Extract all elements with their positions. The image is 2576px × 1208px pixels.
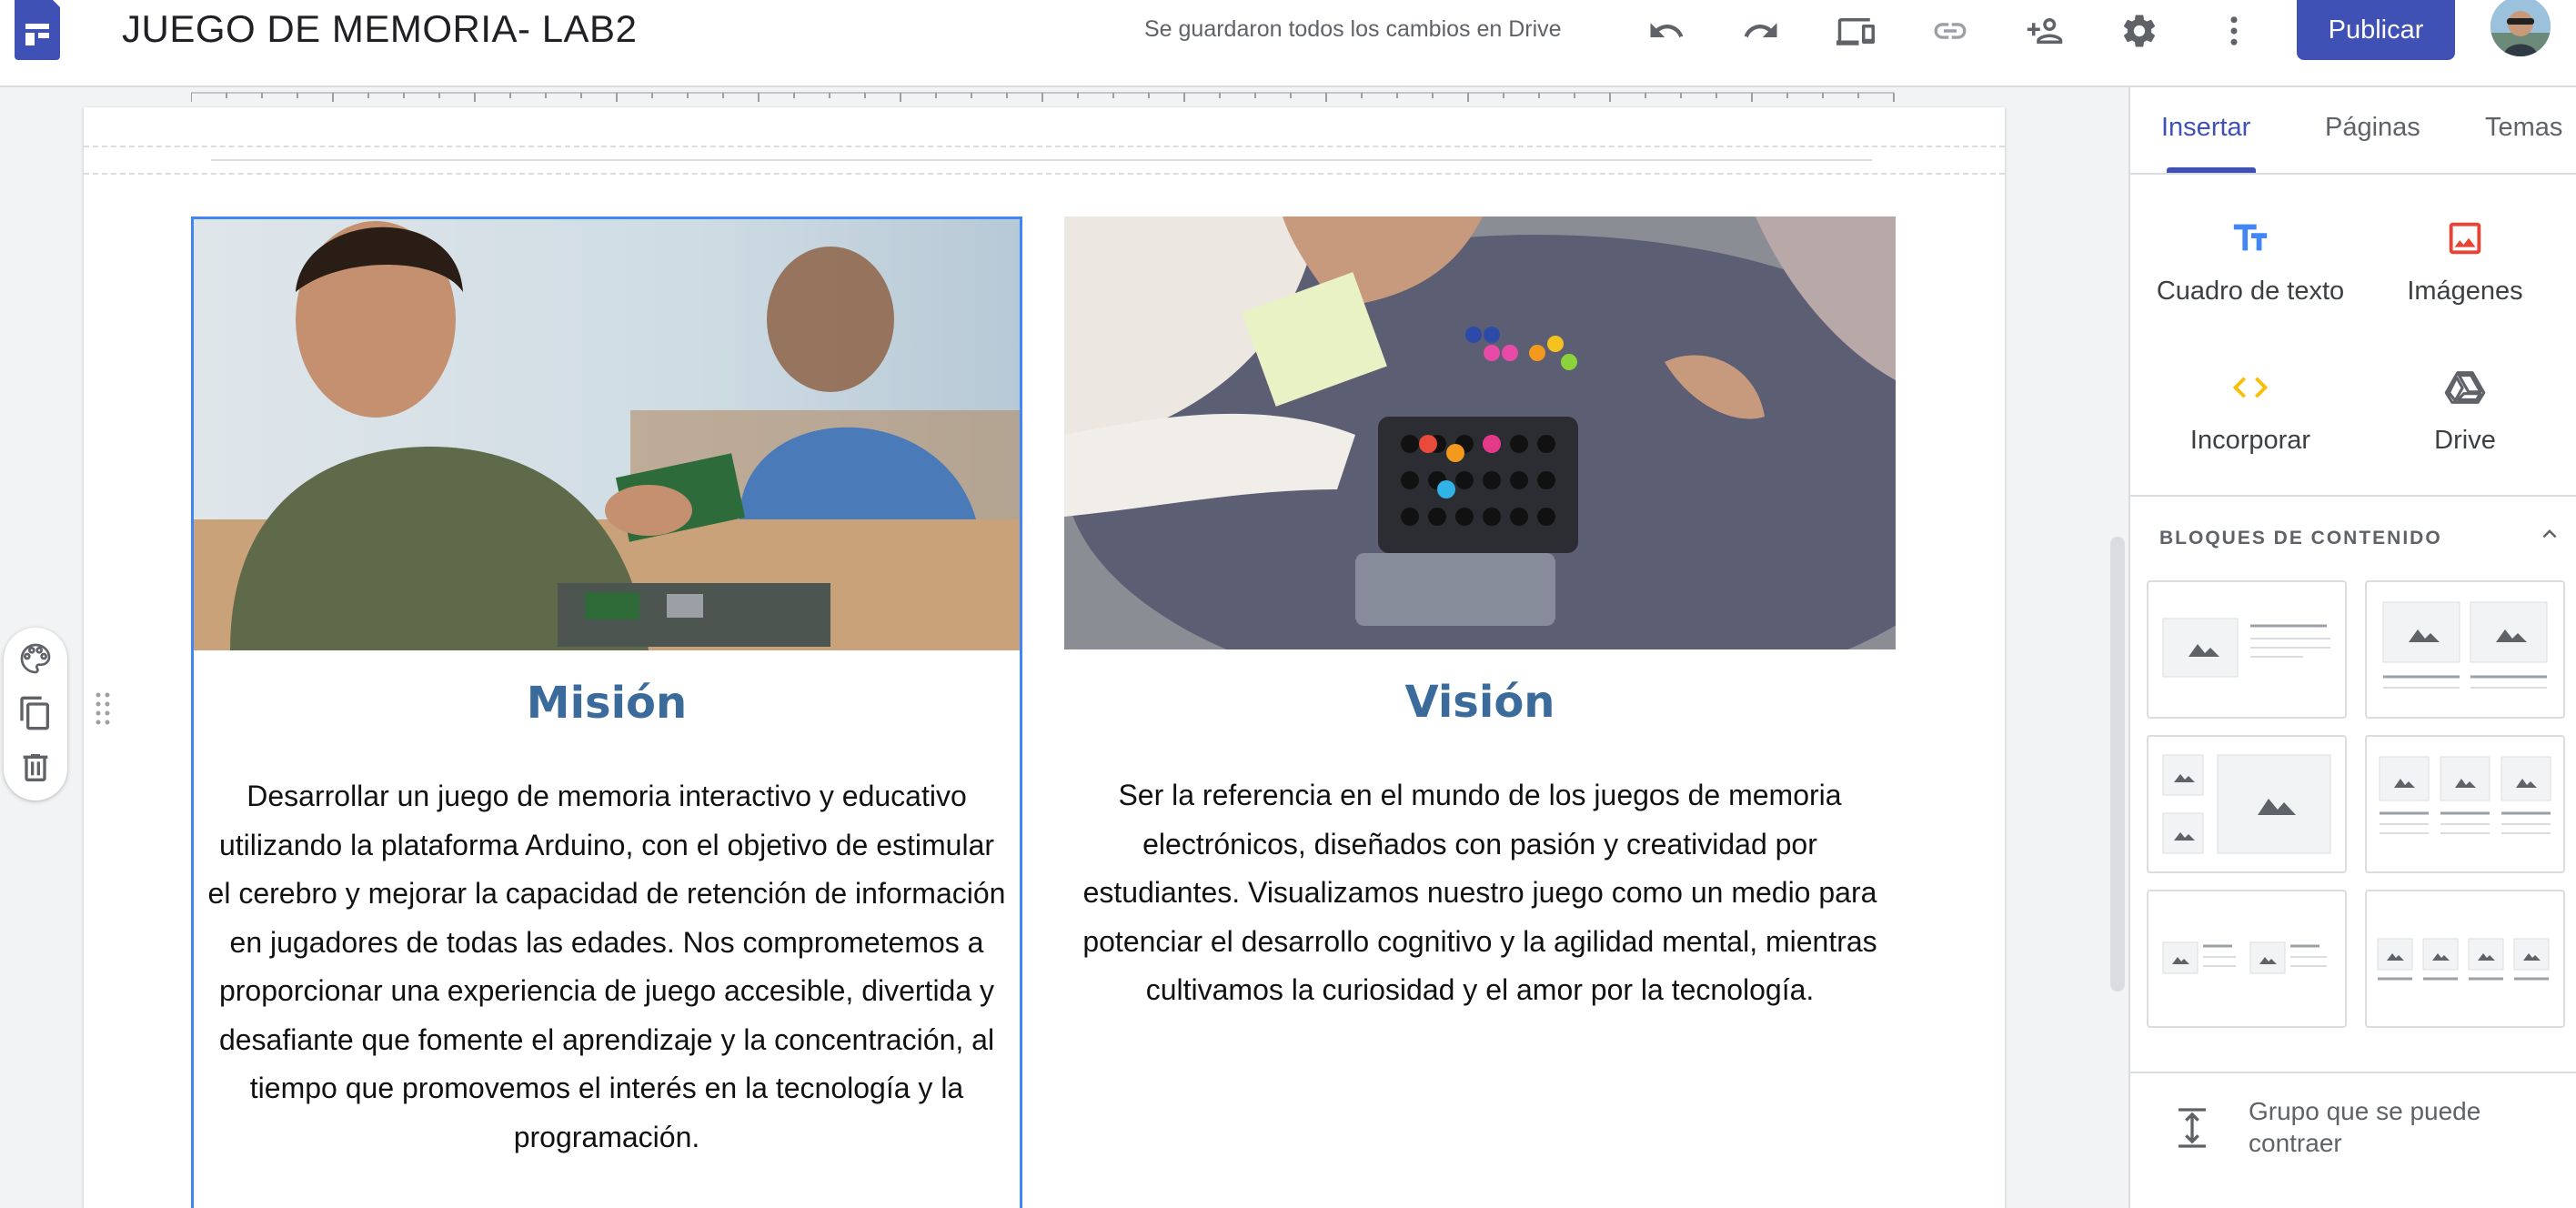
delete-icon[interactable] [4, 740, 67, 795]
section-boundary [84, 146, 2005, 147]
vision-image[interactable] [1064, 216, 1896, 649]
insert-images-label: Imágenes [2407, 277, 2523, 306]
mission-image[interactable] [194, 219, 1020, 650]
section-tools [4, 628, 67, 800]
redo-icon[interactable] [1734, 4, 1788, 58]
drive-icon [2365, 360, 2565, 415]
chevron-up-icon[interactable] [2536, 520, 2563, 552]
publish-button[interactable]: Publicar [2297, 0, 2455, 60]
link-icon[interactable] [1923, 4, 1977, 58]
duplicate-icon[interactable] [4, 686, 67, 740]
tab-temas[interactable]: Temas [2485, 113, 2562, 143]
user-avatar[interactable] [2490, 0, 2551, 56]
text-box-icon [2150, 211, 2350, 266]
share-add-person-icon[interactable] [2018, 4, 2072, 58]
content-block-image-text[interactable] [2147, 580, 2347, 719]
active-tab-indicator [2167, 167, 2256, 173]
insert-text-box-button[interactable]: Cuadro de texto [2150, 211, 2350, 307]
vision-heading[interactable]: Visión [1064, 677, 1896, 728]
insert-embed-label: Incorporar [2189, 426, 2311, 455]
tab-insertar[interactable]: Insertar [2161, 113, 2250, 143]
content-block-small-images-text[interactable] [2147, 890, 2347, 1028]
preview-devices-icon[interactable] [1828, 4, 1883, 58]
insert-drive-label: Drive [2434, 426, 2496, 455]
content-block-four-images[interactable] [2365, 890, 2565, 1028]
insert-collapsible-group-button[interactable]: Grupo que se puede contraer [2130, 1075, 2576, 1184]
insert-text-box-label: Cuadro de texto [2156, 277, 2345, 306]
insert-embed-button[interactable]: Incorporar [2150, 360, 2350, 456]
more-vert-icon[interactable] [2207, 4, 2261, 58]
top-bar: JUEGO DE MEMORIA- LAB2 Se guardaron todo… [0, 0, 2576, 87]
settings-gear-icon[interactable] [2112, 4, 2167, 58]
panel-divider [2130, 1072, 2576, 1073]
section-boundary [84, 173, 2005, 175]
tab-paginas[interactable]: Páginas [2325, 113, 2420, 143]
panel-divider [2130, 495, 2576, 497]
vision-block[interactable]: Visión Ser la referencia en el mundo de … [1064, 216, 1896, 1015]
site-page-canvas[interactable]: Misión Desarrollar un juego de memoria i… [84, 107, 2005, 1208]
undo-icon[interactable] [1639, 4, 1694, 58]
sites-logo-icon[interactable] [15, 0, 60, 60]
drag-handle-icon[interactable] [95, 691, 111, 732]
content-block-two-images[interactable] [2365, 580, 2565, 719]
image-icon [2365, 211, 2565, 266]
content-blocks-title: BLOQUES DE CONTENIDO [2159, 528, 2442, 549]
content-block-collage[interactable] [2147, 735, 2347, 873]
canvas-scrollbar[interactable] [2110, 537, 2125, 992]
vision-text[interactable]: Ser la referencia en el mundo de los jue… [1064, 771, 1896, 1015]
content-block-three-images[interactable] [2365, 735, 2565, 873]
site-title[interactable]: JUEGO DE MEMORIA- LAB2 [122, 7, 637, 51]
insert-panel: Insertar Páginas Temas Cuadro de texto I… [2128, 87, 2576, 1208]
mission-text[interactable]: Desarrollar un juego de memoria interact… [194, 772, 1020, 1162]
insert-images-button[interactable]: Imágenes [2365, 211, 2565, 307]
panel-tabs: Insertar Páginas Temas [2130, 87, 2576, 175]
collapsible-group-label: Grupo que se puede contraer [2249, 1097, 2481, 1157]
mission-heading[interactable]: Misión [194, 678, 1020, 729]
palette-icon[interactable] [4, 631, 67, 686]
collapsible-group-icon [2174, 1106, 2210, 1154]
embed-code-icon [2150, 360, 2350, 415]
horizontal-ruler [0, 87, 2128, 107]
mission-block[interactable]: Misión Desarrollar un juego de memoria i… [191, 216, 1022, 1208]
divider[interactable] [211, 159, 1872, 161]
insert-drive-button[interactable]: Drive [2365, 360, 2565, 456]
save-status: Se guardaron todos los cambios en Drive [1144, 16, 1562, 42]
